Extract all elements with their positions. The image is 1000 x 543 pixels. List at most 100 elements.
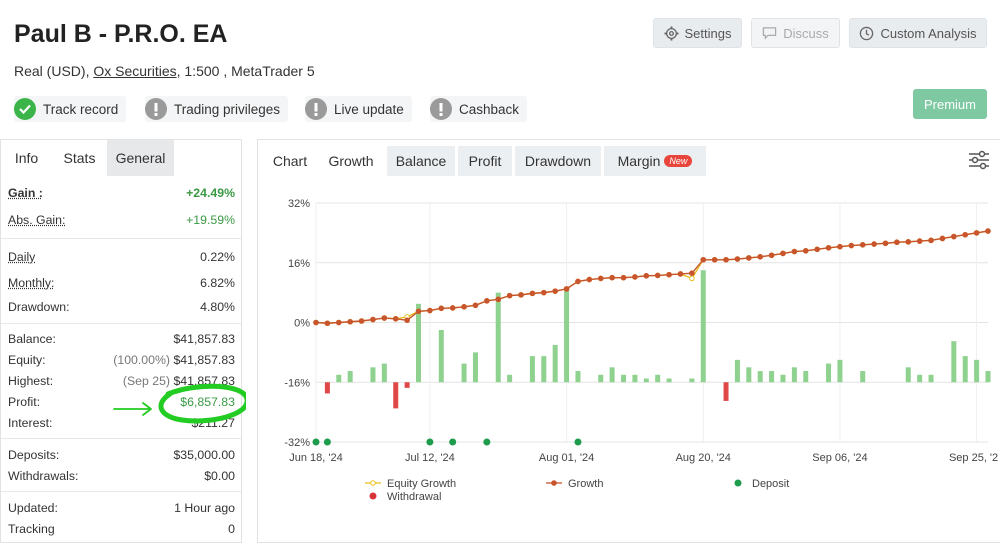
stat-gain: Gain : +24.49% <box>8 186 235 200</box>
growth-point <box>791 248 798 255</box>
account-subtitle: Real (USD), Ox Securities, 1:500 , MetaT… <box>14 63 315 79</box>
tab-growth[interactable]: Growth <box>318 146 384 176</box>
growth-point <box>951 233 957 240</box>
chart-panel: Chart Growth Balance Profit Drawdown Mar… <box>257 139 1000 543</box>
profit-bar <box>507 374 513 383</box>
profit-bar <box>643 378 649 383</box>
badge-live-update[interactable]: Live update <box>305 96 412 122</box>
growth-point <box>427 307 433 314</box>
x-tick-label: Aug 01, '24 <box>539 452 594 464</box>
settings-button[interactable]: Settings <box>653 18 742 48</box>
growth-point <box>529 290 536 297</box>
growth-point <box>415 308 422 315</box>
profit-bar <box>655 374 661 383</box>
growth-point <box>768 252 775 259</box>
divider <box>1 323 241 324</box>
loss-bar <box>324 382 330 394</box>
legend-label: Withdrawal <box>387 491 441 503</box>
tab-profit[interactable]: Profit <box>458 146 512 176</box>
tab-info[interactable]: Info <box>1 140 52 176</box>
growth-point <box>461 304 467 310</box>
account-details: , 1:500 , MetaTrader 5 <box>176 63 315 79</box>
growth-point <box>973 230 980 236</box>
growth-point <box>358 318 365 324</box>
tab-general[interactable]: General <box>107 140 174 176</box>
growth-point <box>837 243 843 250</box>
x-tick-label: Sep 25, '24 <box>949 452 998 464</box>
growth-point <box>802 248 809 254</box>
x-tick-label: Sep 06, '24 <box>812 452 867 464</box>
profit-bar <box>860 371 866 383</box>
growth-point <box>575 278 581 285</box>
growth-point <box>962 231 969 238</box>
page-title: Paul B - P.R.O. EA <box>14 20 228 48</box>
profit-bar <box>700 270 706 383</box>
tab-balance[interactable]: Balance <box>387 146 455 176</box>
growth-point <box>928 237 934 244</box>
chat-bubble-icon <box>763 27 777 40</box>
profit-bar <box>347 371 353 383</box>
stat-deposits: Deposits: $35,000.00 <box>8 448 235 462</box>
profit-bar <box>609 367 615 383</box>
profit-bar <box>541 356 547 383</box>
growth-point <box>882 240 889 247</box>
growth-point <box>620 274 627 281</box>
custom-analysis-label: Custom Analysis <box>880 25 977 41</box>
profit-bar <box>529 356 535 383</box>
profit-bar <box>472 352 478 383</box>
profit-bar <box>598 374 604 383</box>
growth-point <box>666 271 672 278</box>
legend-dot-swatch <box>734 479 742 487</box>
loss-bar <box>404 382 410 388</box>
profit-bar <box>495 292 501 383</box>
growth-point <box>677 271 684 277</box>
profit-bar <box>985 371 991 383</box>
account-type: Real (USD), <box>14 63 94 79</box>
growth-point <box>825 245 832 251</box>
premium-button[interactable]: Premium <box>913 89 987 119</box>
discuss-label: Discuss <box>783 25 829 41</box>
badge-label: Track record <box>43 101 119 117</box>
sliders-filter-icon[interactable] <box>968 150 990 170</box>
stat-drawdown: Drawdown: 4.80% <box>8 300 235 314</box>
growth-point <box>859 242 866 248</box>
profit-bar <box>951 341 957 383</box>
discuss-button[interactable]: Discuss <box>751 18 840 48</box>
tab-chart[interactable]: Chart <box>262 146 318 176</box>
growth-point <box>563 286 570 292</box>
growth-point <box>552 288 558 294</box>
profit-bar <box>666 378 672 383</box>
stat-withdrawals: Withdrawals: $0.00 <box>8 469 235 483</box>
stats-panel: Info Stats General Gain : +24.49% Abs. Ga… <box>0 139 246 543</box>
tab-drawdown[interactable]: Drawdown <box>515 146 601 176</box>
legend-label: Deposit <box>752 478 789 490</box>
profit-bar <box>381 363 387 383</box>
y-tick-label: 32% <box>288 198 310 210</box>
tab-margin[interactable]: Margin New <box>604 146 706 176</box>
growth-point <box>381 315 388 321</box>
divider <box>1 238 241 239</box>
growth-point <box>518 292 524 298</box>
profit-bar <box>757 371 763 383</box>
y-tick-label: 0% <box>294 318 310 330</box>
loss-bar <box>393 382 399 409</box>
profit-bar <box>552 344 558 383</box>
deposit-marker <box>483 438 491 446</box>
legend-label: Equity Growth <box>387 478 456 490</box>
circle-highlight <box>158 383 246 424</box>
growth-point <box>939 235 946 242</box>
profit-bar <box>780 374 786 383</box>
legend-marker <box>370 480 376 486</box>
deposit-marker <box>574 438 582 446</box>
custom-analysis-button[interactable]: Custom Analysis <box>849 18 987 48</box>
growth-point <box>449 305 456 311</box>
badge-trading-privileges[interactable]: Trading privileges <box>145 96 289 122</box>
profit-bar <box>575 371 581 383</box>
profit-bar <box>461 363 467 383</box>
badge-track-record[interactable]: Track record <box>14 96 127 122</box>
profit-bar <box>905 367 911 383</box>
badge-cashback[interactable]: Cashback <box>430 96 528 122</box>
broker-link[interactable]: Ox Securities <box>93 63 176 79</box>
growth-point <box>871 241 877 247</box>
tab-stats[interactable]: Stats <box>52 140 107 176</box>
